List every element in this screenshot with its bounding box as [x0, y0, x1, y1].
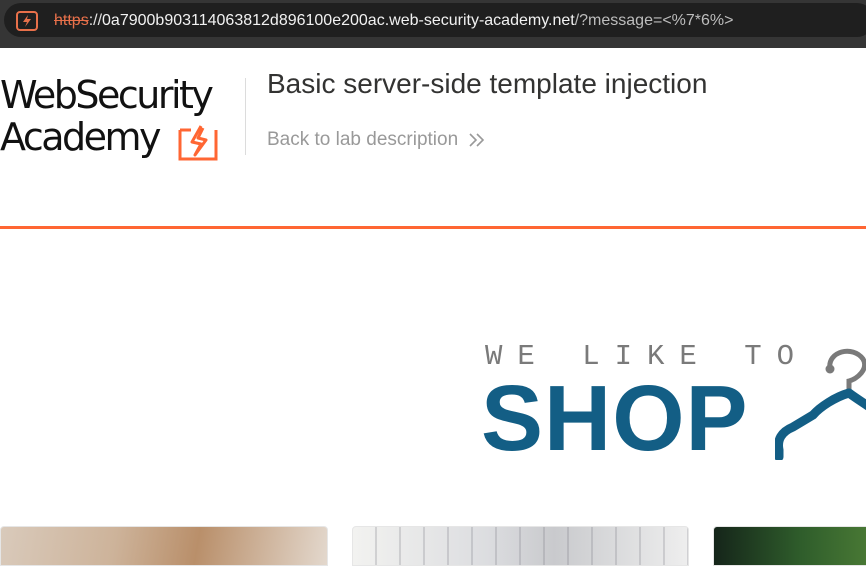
logo-line2: Academy [0, 115, 162, 159]
lightning-bolt-icon [177, 120, 219, 162]
back-to-lab-description-link[interactable]: Back to lab description [267, 129, 485, 151]
url-separator: :// [88, 12, 103, 29]
header-divider [245, 78, 246, 155]
not-secure-warning-icon[interactable] [16, 11, 38, 31]
back-link-label: Back to lab description [267, 129, 459, 150]
product-card-image[interactable] [0, 526, 328, 566]
product-image-texture [353, 527, 688, 565]
browser-toolbar: https://0a7900b903114063812d896100e200ac… [0, 0, 866, 48]
logo-line1: WebSecurity [0, 73, 214, 117]
double-chevron-right-icon [468, 132, 485, 148]
product-card-image[interactable] [713, 526, 866, 566]
lab-header: WebSecurity Academy Basic server-side te… [0, 48, 866, 228]
hanger-icon [774, 345, 866, 462]
web-security-academy-logo[interactable]: WebSecurity Academy [0, 72, 245, 168]
lab-title: Basic server-side template injection [267, 68, 708, 99]
hero-headline: SHOP [481, 366, 749, 470]
url-text[interactable]: https://0a7900b903114063812d896100e200ac… [54, 12, 733, 30]
product-card-image[interactable] [352, 526, 689, 566]
header-orange-rule [0, 226, 866, 229]
url-path: /?message=<%7*6%> [574, 12, 734, 29]
url-scheme: https [54, 12, 89, 29]
url-host: 0a7900b903114063812d896100e200ac.web-sec… [102, 12, 575, 29]
address-bar[interactable]: https://0a7900b903114063812d896100e200ac… [4, 3, 866, 37]
